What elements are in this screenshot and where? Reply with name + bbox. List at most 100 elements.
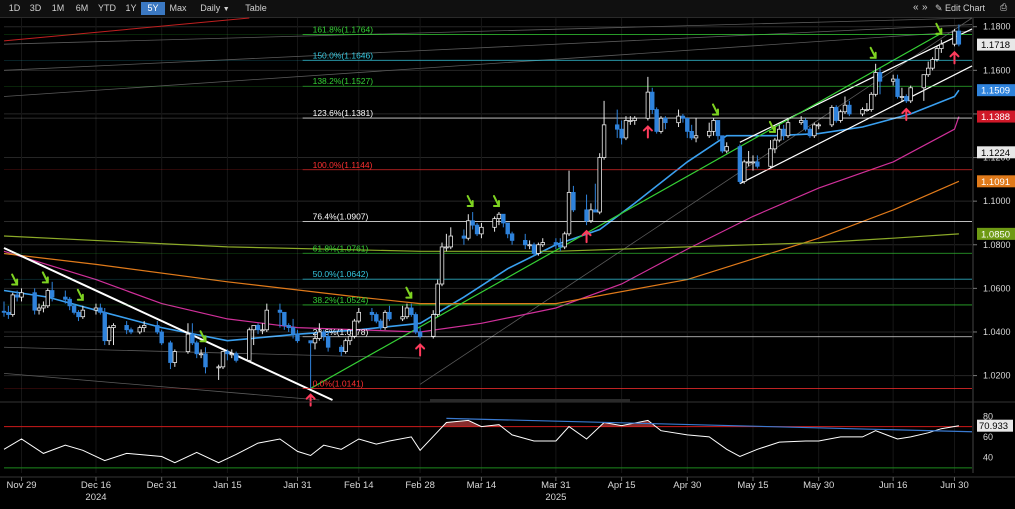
candle-body <box>553 242 559 246</box>
candle-body <box>369 311 375 315</box>
candle <box>203 347 208 374</box>
candle-body <box>251 325 256 331</box>
candle <box>492 216 497 232</box>
candle <box>76 310 81 322</box>
fibonacci-label: 150.0%(1.1646) <box>313 50 374 60</box>
candle-body <box>194 342 199 355</box>
candle-body <box>63 296 68 300</box>
red-up-arrow-icon <box>949 50 960 65</box>
candle <box>448 227 453 250</box>
candle-body <box>435 283 440 315</box>
candle-body <box>873 72 878 95</box>
candle-body <box>19 292 24 298</box>
candle-body <box>111 325 116 329</box>
fibonacci-label: 38.2%(1.0524) <box>313 295 369 305</box>
candle <box>768 140 773 169</box>
candle <box>562 231 567 250</box>
candle <box>496 212 502 226</box>
candle-body <box>172 351 178 363</box>
candle <box>803 118 808 132</box>
price-tag: 1.1509 <box>977 84 1015 97</box>
candle <box>67 297 72 311</box>
candle-body <box>658 117 664 132</box>
green-down-arrow-icon <box>405 286 413 299</box>
candle <box>724 142 729 154</box>
candle <box>566 170 572 237</box>
candle <box>356 307 361 324</box>
candle-body <box>290 327 296 335</box>
price-tick-label: 1.1800 <box>983 22 1011 32</box>
candle-body <box>45 290 51 307</box>
date-tick-label: Mar 31 <box>541 480 571 491</box>
candle <box>628 116 633 125</box>
candle <box>251 325 256 346</box>
date-tick-label: Feb 28 <box>405 480 435 491</box>
date-tick-label: Dec 16 <box>81 480 111 491</box>
candle <box>527 240 532 250</box>
candle-body <box>864 109 870 111</box>
candle-body <box>558 244 563 248</box>
candle <box>216 364 221 380</box>
candle <box>282 311 287 330</box>
candle-body <box>444 246 449 249</box>
candle-body <box>255 325 261 331</box>
candle <box>777 124 782 143</box>
candle-body <box>842 104 848 113</box>
candle-body <box>470 220 475 226</box>
candle-body <box>216 366 221 369</box>
candle <box>387 305 392 322</box>
candle-body <box>71 305 77 313</box>
candle <box>137 325 142 335</box>
candle <box>869 92 874 112</box>
candle-body <box>260 329 265 332</box>
candle-body <box>124 325 129 331</box>
price-tick-label: 1.0800 <box>983 240 1011 250</box>
channel-line <box>3 346 421 359</box>
candle <box>474 222 480 237</box>
red-up-arrow-icon <box>581 229 592 244</box>
candle <box>404 303 410 319</box>
year-label: 2024 <box>85 492 106 503</box>
panel-splitter-handle[interactable] <box>430 399 630 402</box>
candle <box>593 183 598 213</box>
candle-body <box>247 329 252 361</box>
candle <box>6 305 11 319</box>
candle-body <box>654 109 659 132</box>
candle <box>128 327 134 335</box>
candle-body <box>781 128 786 137</box>
candle <box>400 305 405 322</box>
rsi-tick-label: 60 <box>983 432 993 442</box>
candle-body <box>185 333 191 352</box>
candle-body <box>632 117 637 121</box>
date-tick-label: Jun 30 <box>940 480 969 491</box>
candle-body <box>816 124 821 127</box>
candle-body <box>220 351 226 368</box>
date-tick-label: Jun 16 <box>879 480 908 491</box>
candle-body <box>711 120 716 132</box>
candle <box>720 135 725 154</box>
candle-body <box>860 109 865 115</box>
candle <box>19 288 24 302</box>
candle-body <box>566 192 572 235</box>
fibonacci-levels: 161.8%(1.1764) 150.0%(1.1646) 138.2%(1.152… <box>4 25 972 389</box>
price-tag-label: 1.1388 <box>981 112 1010 123</box>
candle <box>925 61 931 77</box>
candle <box>509 231 515 245</box>
candle <box>10 292 15 317</box>
candle-body <box>356 311 361 322</box>
candle <box>553 238 559 250</box>
candle-body <box>939 43 944 49</box>
candle-body <box>798 120 804 124</box>
green-down-arrow-icon <box>711 103 719 116</box>
candle <box>838 109 843 123</box>
green-down-arrow-icon <box>11 273 19 286</box>
candle-body <box>746 161 751 164</box>
candle-body <box>233 353 239 361</box>
fibonacci-label: 100.0%(1.1144) <box>313 160 373 170</box>
candle <box>781 124 786 141</box>
candle <box>658 116 664 134</box>
candle-body <box>417 331 423 337</box>
candle <box>680 113 686 123</box>
candle <box>706 122 712 138</box>
green-down-arrow-icon <box>935 22 943 35</box>
